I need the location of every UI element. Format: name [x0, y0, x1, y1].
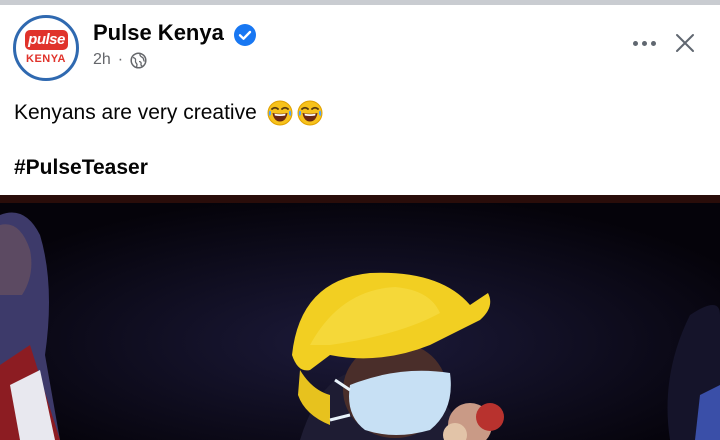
post-time[interactable]: 2h	[93, 51, 111, 69]
tears-of-joy-emoji-icon	[267, 100, 293, 126]
avatar-logo-kenya: KENYA	[26, 53, 66, 65]
globe-icon	[130, 51, 147, 69]
more-dot	[641, 40, 647, 46]
verified-badge-icon	[234, 24, 256, 46]
page-avatar[interactable]: pulse KENYA	[13, 15, 79, 81]
avatar-logo-pulse: pulse	[25, 30, 68, 50]
meta-separator: ·	[117, 51, 124, 68]
post-text: Kenyans are very creative	[14, 100, 323, 126]
more-dot	[632, 40, 638, 46]
more-dot	[650, 40, 656, 46]
hashtag-link[interactable]: #PulseTeaser	[14, 156, 148, 180]
tears-of-joy-emoji-icon	[297, 100, 323, 126]
close-icon[interactable]	[673, 31, 697, 55]
post-photo-illustration	[0, 195, 720, 440]
post-meta: 2h ·	[93, 51, 147, 69]
top-divider	[0, 0, 720, 5]
more-options-button[interactable]	[628, 32, 660, 54]
page-name[interactable]: Pulse Kenya	[93, 20, 224, 46]
post-photo[interactable]	[0, 195, 720, 440]
post-text-content: Kenyans are very creative	[14, 101, 257, 124]
